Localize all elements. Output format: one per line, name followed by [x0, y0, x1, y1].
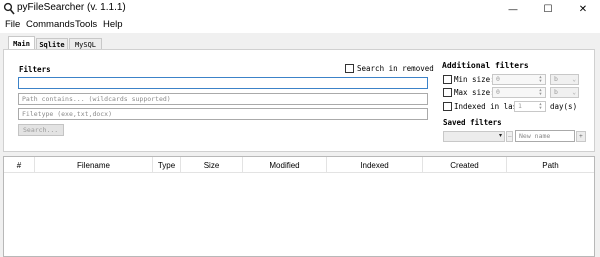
search-button[interactable]: Search...: [18, 124, 64, 136]
chevron-down-icon: ⌄: [572, 89, 576, 96]
min-size-label: Min size:: [454, 75, 495, 84]
column-header-size[interactable]: Size: [180, 157, 242, 173]
search-in-removed-label: Search in removed: [357, 64, 434, 73]
additional-filters-heading: Additional filters: [442, 61, 529, 70]
menu-commands[interactable]: Commands: [26, 19, 75, 30]
new-filter-name-input[interactable]: New name: [515, 130, 575, 142]
saved-filters-heading: Saved filters: [443, 118, 502, 127]
max-size-unit-select[interactable]: b ⌄: [550, 87, 579, 98]
max-size-label: Max size:: [454, 88, 495, 97]
maximize-icon: ☐: [543, 3, 553, 15]
menu-tools[interactable]: Tools: [75, 19, 97, 30]
max-size-value: 0: [496, 88, 500, 96]
chevron-down-icon: ▾: [498, 133, 502, 139]
plus-icon: +: [579, 133, 583, 140]
max-size-spinbox[interactable]: 0 ▲ ▼: [492, 87, 546, 98]
results-table[interactable]: # Filename Type Size Modified Indexed Cr…: [3, 156, 595, 257]
column-header-path[interactable]: Path: [506, 157, 594, 173]
minus-icon: –: [508, 133, 512, 140]
column-header-filename[interactable]: Filename: [34, 157, 152, 173]
chevron-down-icon: ⌄: [572, 76, 576, 83]
indexed-in-last-label: Indexed in last: [454, 102, 522, 111]
tab-main[interactable]: Main: [8, 36, 35, 50]
search-button-label: Search...: [23, 126, 59, 134]
main-tab-panel: Filters Search in removed Path contains.…: [3, 49, 595, 152]
min-size-unit-select[interactable]: b ⌄: [550, 74, 579, 85]
minimize-button[interactable]: —: [496, 0, 530, 18]
tab-sqlite-label: Sqlite: [39, 40, 65, 49]
column-header-indexed[interactable]: Indexed: [326, 157, 422, 173]
max-size-checkbox[interactable]: [443, 88, 452, 97]
filters-heading: Filters: [19, 65, 51, 74]
filetype-input[interactable]: Filetype (exe,txt,docx): [18, 108, 428, 120]
menu-file[interactable]: File: [5, 19, 20, 30]
saved-filters-select[interactable]: ▾: [443, 131, 505, 142]
title-bar: pyFileSearcher (v. 1.1.1) — ☐ ✕: [0, 0, 600, 18]
tab-mysql-label: MySQL: [74, 40, 97, 49]
spin-arrows-icon: ▲ ▼: [539, 101, 542, 110]
indexed-days-value: 1: [518, 102, 522, 110]
close-button[interactable]: ✕: [566, 0, 600, 18]
window-title: pyFileSearcher (v. 1.1.1): [17, 2, 126, 13]
close-icon: ✕: [578, 3, 588, 15]
path-contains-input[interactable]: Path contains... (wildcards supported): [18, 93, 428, 105]
spin-arrows-icon: ▲ ▼: [539, 74, 542, 83]
min-size-checkbox[interactable]: [443, 75, 452, 84]
column-header-type[interactable]: Type: [152, 157, 180, 173]
column-header-modified[interactable]: Modified: [242, 157, 326, 173]
min-size-unit: b: [554, 75, 558, 83]
max-size-unit: b: [554, 88, 558, 96]
remove-filter-button[interactable]: –: [506, 131, 513, 142]
search-in-removed-checkbox[interactable]: [345, 64, 354, 73]
min-size-spinbox[interactable]: 0 ▲ ▼: [492, 74, 546, 85]
indexed-in-last-checkbox[interactable]: [443, 102, 452, 111]
column-header-number[interactable]: #: [4, 157, 34, 173]
save-filter-button[interactable]: +: [576, 131, 586, 142]
magnifier-icon: [3, 2, 15, 15]
min-size-value: 0: [496, 75, 500, 83]
indexed-unit-label: day(s): [550, 102, 578, 111]
search-input[interactable]: [18, 77, 428, 89]
column-header-created[interactable]: Created: [422, 157, 506, 173]
minimize-icon: —: [508, 4, 518, 14]
menu-bar: File Commands Tools Help: [0, 18, 600, 33]
table-header: # Filename Type Size Modified Indexed Cr…: [4, 157, 594, 173]
maximize-button[interactable]: ☐: [531, 0, 565, 18]
indexed-days-spinbox[interactable]: 1 ▲ ▼: [514, 101, 546, 112]
spin-arrows-icon: ▲ ▼: [539, 87, 542, 96]
tab-main-label: Main: [13, 39, 30, 48]
menu-help[interactable]: Help: [103, 19, 123, 30]
